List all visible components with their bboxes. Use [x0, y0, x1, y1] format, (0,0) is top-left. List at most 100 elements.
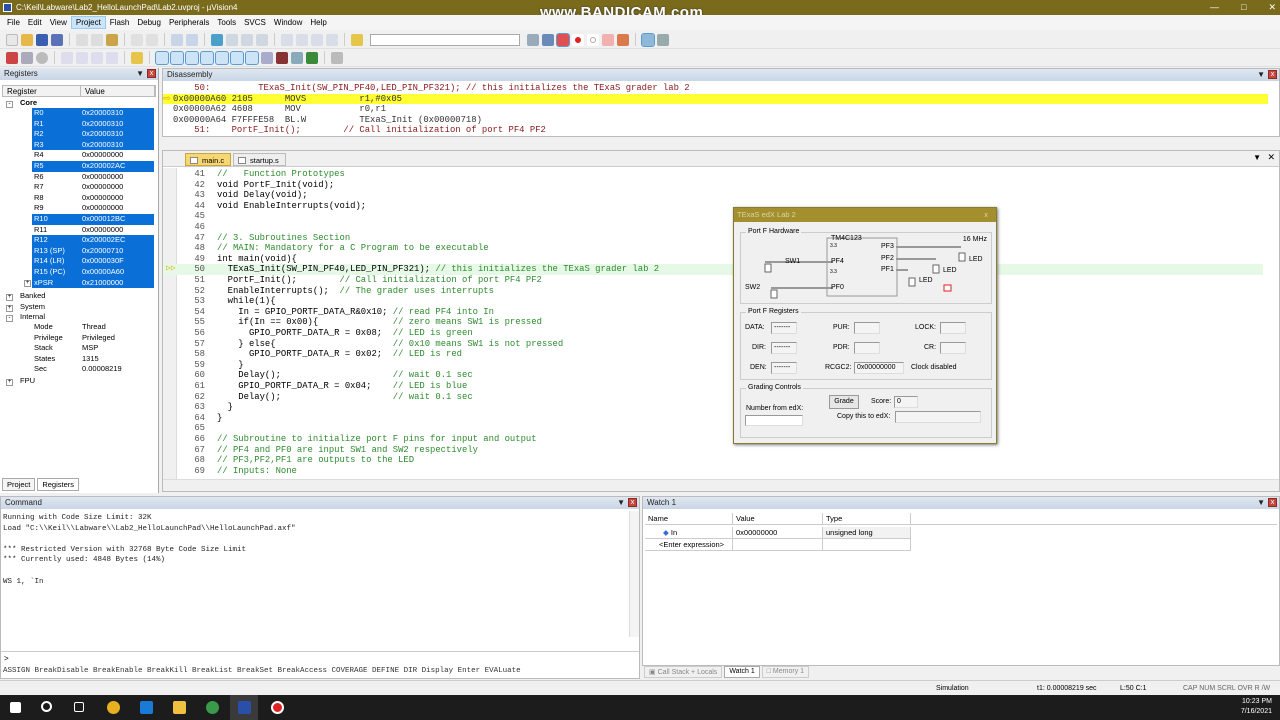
bookmark-icon[interactable] — [211, 33, 223, 46]
expand-fpu-icon[interactable]: + — [6, 379, 13, 386]
analysis-window-icon[interactable] — [276, 51, 288, 64]
kill-all-breakpoints-icon[interactable] — [617, 33, 629, 46]
register-value[interactable]: 0x00000000 — [82, 182, 123, 193]
configure-icon[interactable] — [657, 33, 669, 46]
find-combo[interactable] — [370, 33, 520, 46]
register-row[interactable]: R0 0x20000310 — [32, 108, 154, 119]
register-value[interactable]: 0x00000000 — [82, 172, 123, 183]
code-line[interactable]: 66 // Subroutine to initialize port F pin… — [163, 434, 1263, 445]
nav-forward-icon[interactable] — [186, 33, 198, 46]
dialog-close-button[interactable]: x — [984, 208, 988, 222]
grade-button[interactable]: Grade — [829, 395, 859, 409]
command-scrollbar[interactable] — [629, 511, 639, 637]
next-bookmark-icon[interactable] — [241, 33, 253, 46]
watch-enter-row[interactable]: <Enter expression> — [645, 539, 911, 551]
register-value[interactable]: 0x20000310 — [82, 119, 123, 130]
command-input[interactable]: > — [1, 651, 639, 665]
number-from-edx-input[interactable] — [745, 415, 803, 426]
call-stack-window-icon[interactable] — [215, 50, 229, 65]
register-row[interactable]: R7 0x00000000 — [32, 182, 154, 193]
code-line[interactable]: 51 PortF_Init(); // Call initialization … — [163, 275, 1263, 286]
register-row[interactable]: R13 (SP) 0x20000710 — [32, 245, 154, 257]
memory-window-icon[interactable] — [245, 50, 259, 65]
code-line[interactable]: 42 void PortF_Init(void); — [163, 180, 1263, 191]
close-panel-button[interactable]: x — [1268, 70, 1277, 79]
menu-view[interactable]: View — [46, 17, 71, 28]
watch-row-in[interactable]: ◆ In 0x00000000 unsigned long — [645, 527, 911, 539]
code-line[interactable]: 59 } — [163, 360, 1263, 371]
column-register[interactable]: Register — [3, 86, 81, 96]
column-type[interactable]: Type — [823, 513, 911, 525]
tab-project[interactable]: Project — [2, 478, 36, 491]
code-line[interactable]: 55 if(In == 0x00){ // zero means SW1 is … — [163, 317, 1263, 328]
copy-to-edx-field[interactable] — [895, 411, 981, 423]
register-value[interactable]: 0x0000030F — [82, 256, 124, 267]
expand-system-icon[interactable]: + — [6, 305, 13, 312]
code-line[interactable]: 61 GPIO_PORTF_DATA_R = 0x04; // LED is b… — [163, 381, 1263, 392]
menu-window[interactable]: Window — [270, 17, 306, 28]
menu-edit[interactable]: Edit — [24, 17, 46, 28]
nav-back-icon[interactable] — [171, 33, 183, 46]
redo-icon[interactable] — [146, 33, 158, 46]
register-row[interactable]: R6 0x00000000 — [32, 172, 154, 183]
serial-window-icon[interactable] — [261, 51, 273, 64]
horizontal-scrollbar[interactable] — [163, 479, 1279, 491]
cut-icon[interactable] — [76, 33, 88, 46]
run-to-cursor-icon[interactable] — [106, 51, 118, 64]
register-row[interactable]: R14 (LR) 0x0000030F — [32, 256, 154, 267]
disassembly-line[interactable]: 0x00000A64 F7FFFE58 BL.W TExaS_Init (0x0… — [163, 115, 1268, 126]
menu-debug[interactable]: Debug — [133, 17, 165, 28]
code-line[interactable]: 57 } else{ // 0x10 means SW1 is not pres… — [163, 339, 1263, 350]
register-row[interactable]: R10 0x000012BC — [32, 214, 154, 225]
prev-bookmark-icon[interactable] — [226, 33, 238, 46]
tab-main-c[interactable]: main.c — [185, 153, 232, 166]
code-line[interactable]: 54 In = GPIO_PORTF_DATA_R&0x10; // read … — [163, 307, 1263, 318]
code-line[interactable]: 68 // PF3,PF2,PF1 are outputs to the LED — [163, 455, 1263, 466]
menu-svcs[interactable]: SVCS — [240, 17, 270, 28]
register-value[interactable]: 0x20000310 — [82, 108, 123, 119]
code-line[interactable]: 64} — [163, 413, 1263, 424]
open-folder-icon[interactable] — [21, 33, 33, 46]
maximize-button[interactable]: □ — [1241, 0, 1246, 15]
register-row[interactable]: R5 0x200002AC — [32, 161, 154, 172]
disable-breakpoint-icon[interactable] — [587, 33, 599, 46]
register-row[interactable]: R15 (PC) 0x00000A60 — [32, 267, 154, 278]
watch-value[interactable]: 0x00000000 — [733, 527, 823, 539]
toolbox-icon[interactable] — [331, 51, 343, 64]
search-icon[interactable] — [41, 701, 52, 712]
tab-registers[interactable]: Registers — [37, 478, 80, 491]
chrome-icon[interactable] — [107, 701, 120, 714]
debug-session-icon[interactable] — [556, 32, 570, 47]
step-out-icon[interactable] — [91, 51, 103, 64]
menu-flash[interactable]: Flash — [106, 17, 134, 28]
register-value[interactable]: 0x00000000 — [82, 203, 123, 214]
close-window-button[interactable]: ✕ — [1268, 0, 1276, 15]
indent-icon[interactable] — [281, 33, 293, 46]
register-value[interactable]: 0x00000000 — [82, 150, 123, 161]
registers-window-icon[interactable] — [200, 50, 214, 65]
symbols-window-icon[interactable] — [185, 50, 199, 65]
register-row[interactable]: xPSR 0x21000000 — [32, 277, 154, 289]
register-row[interactable]: R9 0x00000000 — [32, 203, 154, 214]
code-line[interactable]: 67 // PF4 and PF0 are input SW1 and SW2 r… — [163, 445, 1263, 456]
code-line[interactable]: 62 Delay(); // wait 0.1 sec — [163, 392, 1263, 403]
step-into-icon[interactable] — [61, 51, 73, 64]
collapse-core-icon[interactable]: - — [6, 101, 13, 108]
copy-icon[interactable] — [91, 33, 103, 46]
code-line[interactable]: 53 while(1){ — [163, 296, 1263, 307]
collapse-internal-icon[interactable]: - — [6, 315, 13, 322]
code-line[interactable]: 56 GPIO_PORTF_DATA_R = 0x08; // LED is g… — [163, 328, 1263, 339]
code-line[interactable]: 44 void EnableInterrupts(void); — [163, 201, 1263, 212]
register-row[interactable]: R8 0x00000000 — [32, 193, 154, 204]
menu-tools[interactable]: Tools — [213, 17, 240, 28]
disassembly-line[interactable]: 50: TExaS_Init(SW_PIN_PF40,LED_PIN_PF321… — [163, 83, 1268, 94]
uvision-taskbar-icon[interactable] — [238, 701, 251, 714]
tab-memory-1[interactable]: □ Memory 1 — [761, 666, 810, 678]
code-line[interactable]: 45 — [163, 211, 1263, 222]
chrome-profile-icon[interactable] — [206, 701, 219, 714]
register-value[interactable]: 0x000012BC — [82, 214, 125, 225]
clock[interactable]: 10:23 PM 7/16/2021 — [1241, 697, 1272, 717]
breakpoint-icon[interactable] — [572, 33, 584, 46]
column-value[interactable]: Value — [733, 513, 823, 525]
tab-list-icon[interactable]: ▼ — [1253, 153, 1261, 162]
